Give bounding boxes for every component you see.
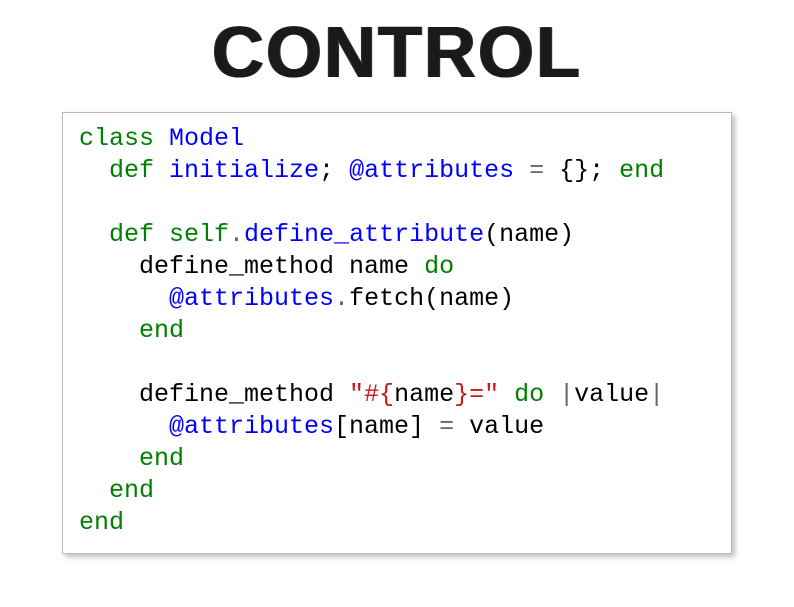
text: define_method bbox=[79, 380, 349, 409]
kw-self: self bbox=[154, 220, 229, 249]
kw-do: do bbox=[424, 252, 454, 281]
text: value bbox=[454, 412, 544, 441]
class-name: Model bbox=[154, 124, 244, 153]
params: (name) bbox=[484, 220, 574, 249]
braces: {}; bbox=[559, 156, 604, 185]
ivar-attributes: @attributes bbox=[79, 412, 334, 441]
text: fetch(name) bbox=[349, 284, 514, 313]
op-pipe: | bbox=[649, 380, 664, 409]
code-block: class Model def initialize; @attributes … bbox=[62, 112, 732, 554]
kw-class: class bbox=[79, 124, 154, 153]
fn-initialize: initialize bbox=[154, 156, 319, 185]
op-dot: . bbox=[229, 220, 244, 249]
kw-do: do bbox=[514, 380, 544, 409]
op-dot: . bbox=[334, 284, 349, 313]
param-value: value bbox=[574, 380, 649, 409]
kw-end: end bbox=[604, 156, 664, 185]
op-pipe: | bbox=[544, 380, 574, 409]
fn-define-attribute: define_attribute bbox=[244, 220, 484, 249]
kw-def: def bbox=[79, 156, 154, 185]
str-brace: } bbox=[454, 380, 469, 409]
code-content: class Model def initialize; @attributes … bbox=[79, 123, 715, 539]
str-close: =" bbox=[469, 380, 499, 409]
text: define_method name bbox=[79, 252, 424, 281]
ivar-attributes: @attributes bbox=[79, 284, 334, 313]
bracket: [name] bbox=[334, 412, 439, 441]
ivar-attributes: @attributes bbox=[334, 156, 514, 185]
op-eq: = bbox=[439, 412, 454, 441]
page-title: CONTROL bbox=[0, 12, 794, 94]
str-open: "#{ bbox=[349, 380, 394, 409]
op-eq: = bbox=[514, 156, 559, 185]
kw-end: end bbox=[79, 508, 124, 537]
semi: ; bbox=[319, 156, 334, 185]
kw-end: end bbox=[79, 316, 184, 345]
kw-end: end bbox=[79, 444, 184, 473]
sp bbox=[499, 380, 514, 409]
kw-def: def bbox=[79, 220, 154, 249]
kw-end: end bbox=[79, 476, 154, 505]
interp-name: name bbox=[394, 380, 454, 409]
